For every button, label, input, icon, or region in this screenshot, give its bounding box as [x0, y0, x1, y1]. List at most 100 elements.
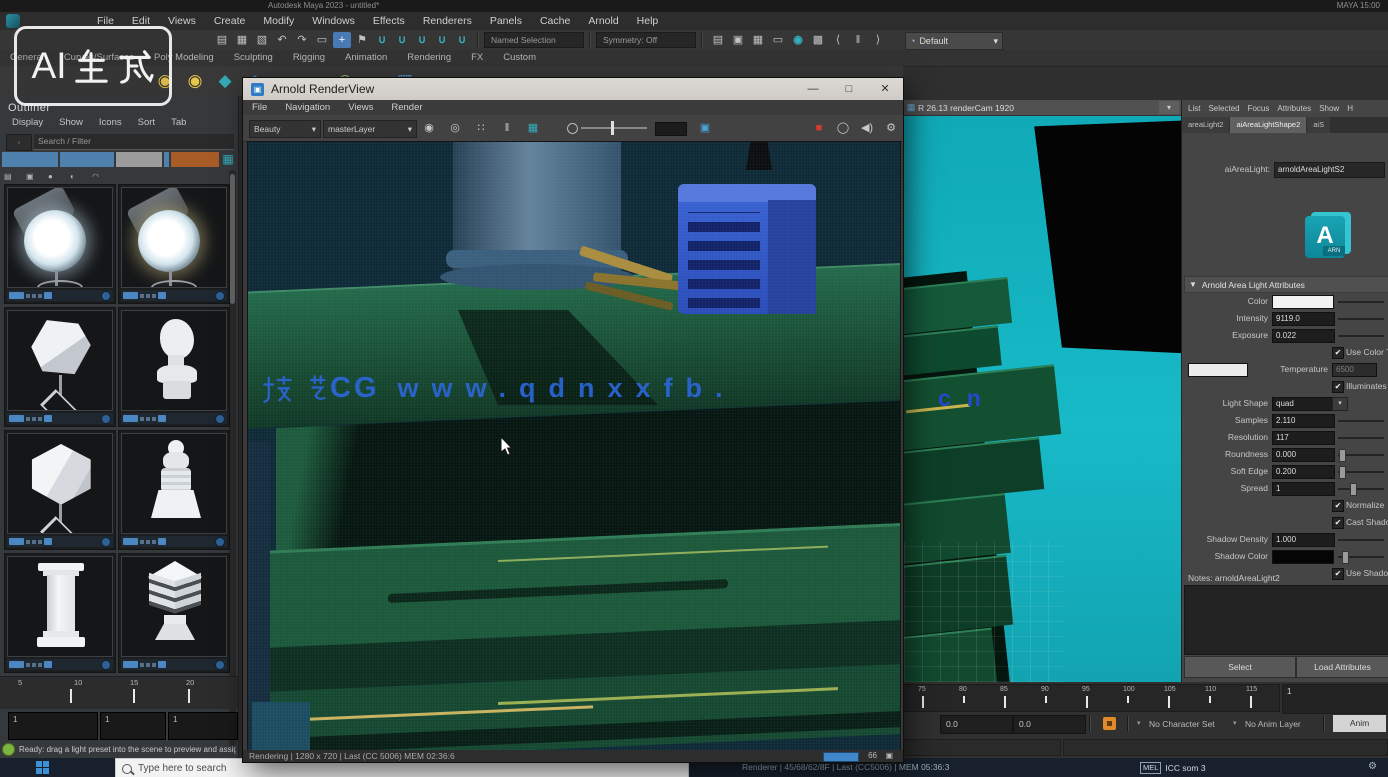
- param-field[interactable]: 1.000: [1272, 533, 1335, 547]
- render-lock-icon[interactable]: ▣: [885, 751, 893, 760]
- param-slider[interactable]: [1338, 454, 1384, 456]
- rv-menu-views[interactable]: Views: [339, 100, 382, 115]
- thumbnail-classical-column[interactable]: [4, 553, 116, 673]
- thumbnail-cube-lamp[interactable]: [118, 553, 230, 673]
- thumb-render-icon[interactable]: [215, 660, 225, 670]
- thumb-render-icon[interactable]: [101, 537, 111, 547]
- color-segment-4[interactable]: [171, 152, 219, 167]
- notes-textarea[interactable]: [1184, 585, 1388, 655]
- thumb-assign-icon[interactable]: [9, 538, 24, 545]
- start-button[interactable]: [36, 761, 50, 774]
- slider-handle[interactable]: [1350, 483, 1357, 496]
- snap-center-icon[interactable]: ∪: [453, 32, 471, 48]
- menu-item-effects[interactable]: Effects: [364, 12, 414, 30]
- menu-item-renderers[interactable]: Renderers: [414, 12, 481, 30]
- layer-dropdown[interactable]: masterLayer▾: [323, 120, 417, 138]
- slider-handle[interactable]: [1339, 466, 1346, 479]
- select-button[interactable]: Select: [1184, 656, 1296, 678]
- param-slider[interactable]: [1338, 539, 1384, 541]
- maximize-button[interactable]: □: [831, 78, 867, 100]
- snap-curve-icon[interactable]: ∪: [393, 32, 411, 48]
- color-segment-3[interactable]: [164, 152, 169, 167]
- thumb-flag-icon[interactable]: [158, 415, 166, 422]
- thumb-flag-icon[interactable]: [158, 538, 166, 545]
- temperature-swatch[interactable]: [1188, 363, 1248, 377]
- color-segment-2[interactable]: [116, 152, 162, 167]
- aov-dropdown[interactable]: Beauty▾: [249, 120, 321, 138]
- exposure-slider-handle[interactable]: [611, 121, 614, 135]
- search-options-button[interactable]: ◦: [6, 134, 32, 151]
- thumb-assign-icon[interactable]: [123, 415, 138, 422]
- viewport-menu-dropdown[interactable]: ▾: [1159, 101, 1179, 114]
- redo-icon[interactable]: ↷: [293, 32, 311, 48]
- thumbnail-bust-statue[interactable]: [118, 307, 230, 427]
- shelf-tab-rigging[interactable]: Rigging: [283, 50, 335, 66]
- anim-pref-button[interactable]: Anim: [1333, 715, 1386, 732]
- node-name-field[interactable]: arnoldAreaLightS2: [1274, 162, 1385, 178]
- ae-tab-0[interactable]: areaLight2: [1182, 117, 1229, 133]
- thumbnail-tiered-sculpture[interactable]: [118, 430, 230, 550]
- ae-menu-show[interactable]: Show: [1315, 103, 1343, 115]
- flag-icon[interactable]: ⚑: [353, 32, 371, 48]
- slider-handle[interactable]: [1342, 551, 1349, 564]
- render-region-icon[interactable]: ▦: [749, 32, 767, 48]
- thumbnail-spotlight-cool[interactable]: [4, 184, 116, 304]
- spot-light-icon[interactable]: ◉: [182, 68, 208, 94]
- param-slider[interactable]: [1338, 318, 1384, 320]
- list-view-icon[interactable]: ▤: [4, 172, 26, 181]
- workspace-dropdown[interactable]: ◔ Default ▾: [905, 32, 1003, 50]
- mini-field-0[interactable]: 1: [8, 712, 98, 740]
- region-icon[interactable]: ◯: [833, 119, 853, 137]
- minimize-button[interactable]: —: [795, 78, 831, 100]
- checker-icon[interactable]: ▦: [523, 119, 543, 137]
- thumbnail-spotlight-warm[interactable]: [118, 184, 230, 304]
- thumb-render-icon[interactable]: [215, 537, 225, 547]
- menu-item-help[interactable]: Help: [628, 12, 668, 30]
- thumb-assign-icon[interactable]: [123, 538, 138, 545]
- renderview-titlebar[interactable]: ▣ Arnold RenderView — □ ✕: [243, 78, 903, 100]
- thumbnail-hex-prism[interactable]: [4, 430, 116, 550]
- anim-layer-label[interactable]: No Anim Layer: [1245, 719, 1301, 729]
- search-input[interactable]: Search / Filter: [34, 134, 234, 150]
- thumb-render-icon[interactable]: [215, 414, 225, 424]
- param-field[interactable]: 1: [1272, 482, 1335, 496]
- rv-menu-render[interactable]: Render: [382, 100, 431, 115]
- param-slider[interactable]: [1338, 556, 1384, 558]
- thumb-assign-icon[interactable]: [9, 661, 24, 668]
- param-slider[interactable]: [1338, 420, 1384, 422]
- ae-menu-list[interactable]: List: [1184, 103, 1204, 115]
- menu-item-cache[interactable]: Cache: [531, 12, 579, 30]
- thumb-flag-icon[interactable]: [44, 292, 52, 299]
- ae-menu-attributes[interactable]: Attributes: [1273, 103, 1315, 115]
- rv-menu-navigation[interactable]: Navigation: [276, 100, 339, 115]
- stop-render-icon[interactable]: ■: [809, 119, 829, 137]
- exposure-slider[interactable]: [581, 127, 647, 129]
- checkbox[interactable]: ✔: [1332, 347, 1344, 359]
- ipr-globe-icon[interactable]: ◉: [789, 32, 807, 48]
- param-slider[interactable]: [1338, 488, 1384, 490]
- anim-layer-chevron-icon[interactable]: ▾: [1233, 719, 1237, 727]
- palette-icon[interactable]: ▦: [220, 152, 236, 167]
- thumb-flag-icon[interactable]: [44, 415, 52, 422]
- prev-frame-icon[interactable]: ⟨: [829, 32, 847, 48]
- shelf-tab-sculpting[interactable]: Sculpting: [224, 50, 283, 66]
- param-field[interactable]: 9119.0: [1272, 312, 1335, 326]
- ae-menu-selected[interactable]: Selected: [1204, 103, 1243, 115]
- param-slider[interactable]: [1338, 437, 1384, 439]
- shelf-tab-fx[interactable]: FX: [461, 50, 493, 66]
- thumb-assign-icon[interactable]: [123, 292, 138, 299]
- histogram-icon[interactable]: ‖: [497, 119, 517, 137]
- aov-grid-icon[interactable]: ∷: [471, 119, 491, 137]
- current-frame-field[interactable]: 1: [1282, 684, 1388, 714]
- ae-menu-h[interactable]: H: [1343, 103, 1357, 115]
- checkbox[interactable]: ✔: [1332, 568, 1344, 580]
- param-field[interactable]: quad: [1272, 397, 1335, 411]
- param-slider[interactable]: [1338, 335, 1384, 337]
- thumbnail-faceted-polyhedron[interactable]: [4, 307, 116, 427]
- char-set-chevron-icon[interactable]: ▾: [1137, 719, 1141, 727]
- checkbox[interactable]: ✔: [1332, 500, 1344, 512]
- thumb-render-icon[interactable]: [101, 660, 111, 670]
- panel-menu-icons[interactable]: Icons: [91, 116, 130, 130]
- shelf-tab-animation[interactable]: Animation: [335, 50, 397, 66]
- param-field[interactable]: 6500: [1332, 363, 1377, 377]
